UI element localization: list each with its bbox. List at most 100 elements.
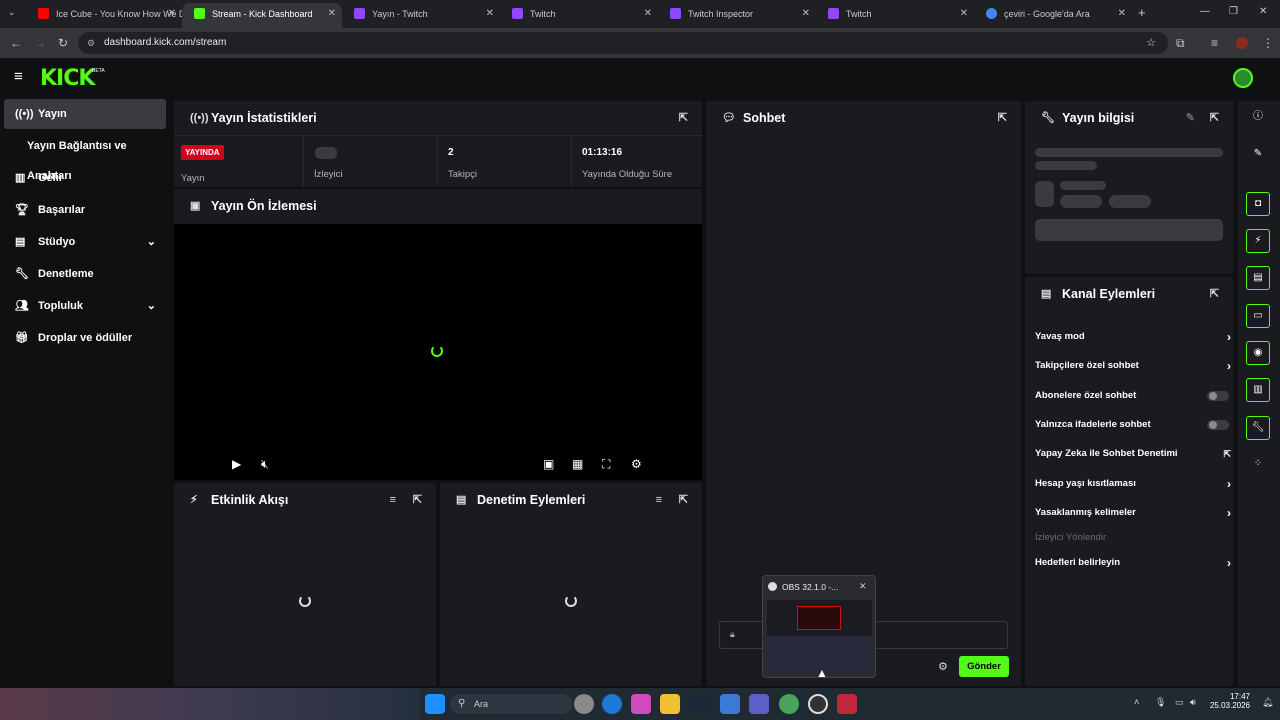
popout-icon[interactable]: ⇱: [1210, 277, 1219, 311]
popout-icon[interactable]: ⇱: [998, 101, 1007, 135]
filter-icon[interactable]: ≡: [390, 483, 396, 517]
popout-icon[interactable]: ⇱: [679, 101, 688, 135]
tab-search-icon[interactable]: ≡: [1211, 35, 1218, 51]
action-followers-only[interactable]: Takipçilere özel sohbet ›: [1035, 356, 1231, 376]
sidebar-item-gelir[interactable]: ▥ Gelir: [4, 163, 166, 193]
popout-icon[interactable]: ⇱: [1210, 101, 1219, 135]
kick-logo[interactable]: KICK: [40, 66, 95, 91]
network-icon[interactable]: ▭: [1175, 697, 1184, 708]
teams-icon[interactable]: [749, 694, 769, 714]
stat-followers: 2 Takipçi: [438, 135, 572, 187]
tab-youtube[interactable]: Ice Cube - You Know How We D ✕: [26, 3, 182, 28]
tab-twitch[interactable]: Twitch ✕: [500, 3, 658, 28]
action-account-age[interactable]: Hesap yaşı kısıtlaması ›: [1035, 474, 1231, 494]
close-icon[interactable]: ✕: [960, 3, 968, 25]
broadcast-icon[interactable]: ◉: [1246, 341, 1270, 365]
bookmark-star-icon[interactable]: ☆: [1146, 32, 1156, 54]
chat-bubble-icon: 💬︎: [722, 112, 736, 124]
back-icon[interactable]: ←: [10, 35, 22, 51]
sidebar-item-basarilar[interactable]: 🏆︎ Başarılar: [4, 195, 166, 225]
reload-icon[interactable]: ↻: [58, 35, 68, 51]
windows-start-icon[interactable]: [425, 694, 445, 714]
taskbar-search[interactable]: ⚲ Ara: [450, 694, 572, 714]
tab-kick-dashboard[interactable]: Stream - Kick Dashboard ✕: [182, 3, 342, 28]
tray-chevron-icon[interactable]: ˄: [1134, 697, 1139, 707]
popout-icon[interactable]: ⇱: [413, 483, 422, 517]
forward-icon[interactable]: →: [34, 35, 46, 51]
close-icon[interactable]: ✕: [859, 581, 867, 592]
obs-taskbar-icon[interactable]: [808, 694, 828, 714]
chat-settings-gear-icon[interactable]: ⚙: [938, 660, 948, 673]
sidebar-item-label: Stüdyo: [38, 236, 76, 248]
address-bar[interactable]: ⚙ dashboard.kick.com/stream ☆: [78, 32, 1168, 54]
profile-avatar[interactable]: [1236, 37, 1248, 49]
action-banned-words[interactable]: Yasaklanmış kelimeler ›: [1035, 503, 1231, 523]
action-set-goals[interactable]: Hedefleri belirleyin ›: [1035, 553, 1231, 573]
wrench-icon[interactable]: 🔧︎: [1246, 416, 1270, 440]
file-explorer-icon[interactable]: [660, 694, 680, 714]
emotes-only-toggle[interactable]: [1207, 420, 1229, 430]
sidebar-item-denetleme[interactable]: 🔧︎ Denetleme: [4, 259, 166, 289]
sidebar-item-yayin[interactable]: ((•)) Yayın: [4, 99, 166, 129]
miniplayer-icon[interactable]: ▣: [543, 457, 554, 471]
close-window-icon[interactable]: ✕: [1259, 6, 1267, 17]
close-icon[interactable]: ✕: [328, 3, 336, 25]
theater-icon[interactable]: ▦: [572, 457, 583, 471]
close-icon[interactable]: ✕: [1118, 3, 1126, 25]
tab-google[interactable]: çeviri - Google'da Ara ✕: [974, 3, 1132, 28]
edit-pencil-icon[interactable]: ✎: [1246, 143, 1270, 167]
fullscreen-icon[interactable]: ⛶: [602, 457, 610, 472]
document-icon[interactable]: ▤: [1246, 266, 1270, 290]
menu-dots-icon[interactable]: ⋮: [1262, 35, 1274, 51]
sidebar-item-studyo[interactable]: ▤ Stüdyo ⌄: [4, 227, 166, 257]
stat-value: 2: [448, 147, 454, 158]
chrome-icon[interactable]: [779, 694, 799, 714]
hamburger-menu-icon[interactable]: ≡: [14, 68, 23, 85]
volume-icon[interactable]: 🔊︎: [1190, 697, 1196, 708]
settings-gear-icon[interactable]: ⚙: [631, 457, 642, 471]
popout-icon[interactable]: ⇱: [679, 483, 688, 517]
edit-pencil-icon[interactable]: ✎: [1186, 101, 1195, 135]
filter-icon[interactable]: ≡: [656, 483, 662, 517]
mute-icon[interactable]: 🔇︎: [261, 457, 269, 472]
action-ai-moderation[interactable]: Yapay Zeka ile Sohbet Denetimi ⇱: [1035, 444, 1231, 464]
widgets-icon[interactable]: [574, 694, 594, 714]
info-icon[interactable]: ⓘ: [1246, 106, 1270, 130]
clock[interactable]: 17:47 25.03.2026: [1210, 692, 1250, 710]
twitch-icon: [828, 8, 839, 19]
minimize-icon[interactable]: —: [1200, 6, 1210, 17]
sidebar-item-droplar[interactable]: 🎁︎ Droplar ve ödüller: [4, 323, 166, 353]
notification-bell-icon[interactable]: 🔔︎: [1262, 697, 1273, 708]
chat-bubble-icon[interactable]: ▭: [1246, 304, 1270, 328]
tab-twitch-yayin[interactable]: Yayın - Twitch ✕: [342, 3, 500, 28]
close-icon[interactable]: ✕: [486, 3, 494, 25]
close-icon[interactable]: ✕: [644, 3, 652, 25]
sidebar-item-stream-key[interactable]: Yayın Bağlantısı ve Anahtarı: [4, 131, 172, 182]
lightning-icon[interactable]: ⚡︎: [1246, 229, 1270, 253]
send-button[interactable]: Gönder: [959, 656, 1009, 677]
tab-twitch-inspector[interactable]: Twitch Inspector ✕: [658, 3, 816, 28]
sidebar-item-topluluk[interactable]: 👥︎ Topluluk ⌄: [4, 291, 166, 321]
close-icon[interactable]: ✕: [802, 3, 810, 25]
play-icon[interactable]: ▶: [232, 457, 241, 471]
subscribers-only-toggle[interactable]: [1207, 391, 1229, 401]
obs-taskbar-preview[interactable]: OBS 32.1.0 -... ✕: [762, 575, 876, 678]
maximize-icon[interactable]: ❐: [1229, 6, 1238, 17]
new-tab-icon[interactable]: +: [1138, 5, 1146, 20]
app-icon[interactable]: [720, 694, 740, 714]
edge-icon[interactable]: [602, 694, 622, 714]
copilot-icon[interactable]: [631, 694, 651, 714]
user-avatar[interactable]: [1233, 68, 1253, 88]
action-slow-mode[interactable]: Yavaş mod ›: [1035, 327, 1231, 347]
channel-icon[interactable]: ▥: [1246, 378, 1270, 402]
extensions-icon[interactable]: ⧉: [1176, 35, 1185, 51]
app-red-icon[interactable]: [837, 694, 857, 714]
add-widget-icon[interactable]: ⁘: [1246, 453, 1270, 477]
site-info-icon[interactable]: ⚙: [87, 32, 95, 54]
close-icon[interactable]: ✕: [168, 3, 176, 25]
tab-twitch-2[interactable]: Twitch ✕: [816, 3, 974, 28]
tab-list-icon[interactable]: ⌄: [8, 7, 16, 18]
camera-icon[interactable]: ◘: [1246, 192, 1270, 216]
microphone-icon[interactable]: 🎙︎: [1155, 697, 1166, 708]
steam-icon[interactable]: [689, 694, 709, 714]
